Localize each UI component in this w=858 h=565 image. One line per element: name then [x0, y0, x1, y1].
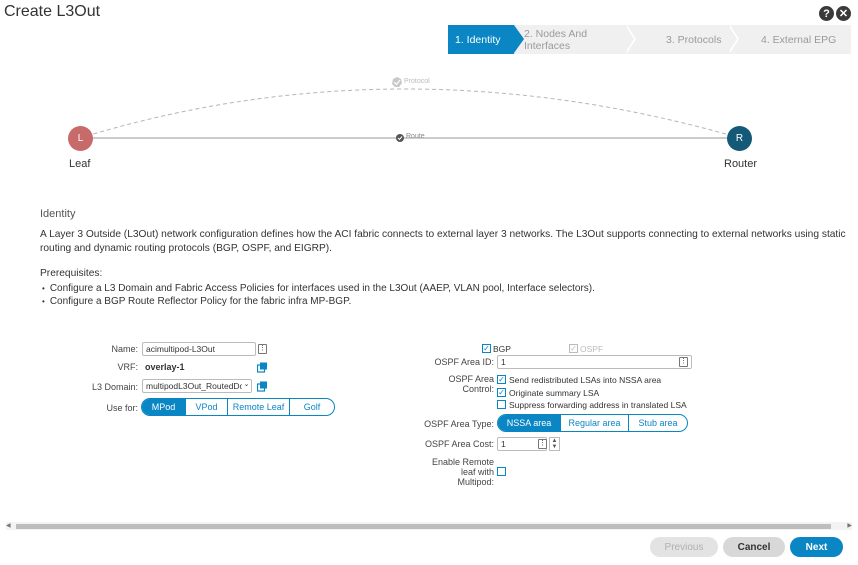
ospf-area-type-label: OSPF Area Type: — [424, 419, 494, 429]
l3-domain-label: L3 Domain: — [91, 382, 138, 392]
remote-leaf-checkbox[interactable] — [497, 467, 506, 476]
name-label: Name: — [111, 344, 138, 354]
use-for-golf[interactable]: Golf — [290, 399, 334, 415]
identity-description: A Layer 3 Outside (L3Out) network config… — [40, 229, 846, 254]
router-label: Router — [724, 158, 758, 170]
ospf-area-control-label: OSPF Area Control: — [448, 374, 494, 394]
ospf-label: OSPF — [580, 344, 604, 354]
leaf-label: Leaf — [69, 158, 91, 170]
domain-link-icon[interactable] — [257, 381, 268, 392]
page-title: Create L3Out — [4, 3, 101, 20]
name-field[interactable]: acimultipod-L3Out — [142, 342, 256, 356]
name-info-icon[interactable]: ⋮ — [258, 344, 267, 354]
ospf-area-type-segmented: NSSA area Regular area Stub area — [497, 414, 688, 432]
router-node: R — [727, 126, 752, 151]
ospf-area-cost-label: OSPF Area Cost: — [424, 439, 494, 449]
close-icon[interactable]: ✕ — [836, 6, 851, 21]
originate-summary-lsa-checkbox[interactable]: ✓ — [497, 388, 506, 397]
topology-diagram: Protocol Route L R Leaf Router — [0, 60, 858, 180]
l3-domain-select[interactable]: multipodL3Out_RoutedDo — [142, 379, 252, 393]
protocol-path — [79, 88, 741, 139]
suppress-forwarding-label: Suppress forwarding address in translate… — [509, 400, 687, 410]
list-item: Configure a L3 Domain and Fabric Access … — [42, 282, 595, 295]
step-external-epg[interactable]: 4. External EPG — [737, 25, 851, 54]
area-type-nssa[interactable]: NSSA area — [498, 415, 561, 431]
use-for-mpod[interactable]: MPod — [142, 399, 186, 415]
next-button[interactable]: Next — [790, 537, 843, 557]
suppress-forwarding-checkbox[interactable] — [497, 400, 506, 409]
leaf-node: L — [68, 126, 93, 151]
scroll-right-icon[interactable]: ▶ — [847, 522, 852, 529]
vrf-link-icon[interactable] — [257, 362, 268, 373]
list-item: Configure a BGP Route Reflector Policy f… — [42, 295, 595, 308]
prerequisites-list: Configure a L3 Domain and Fabric Access … — [42, 282, 595, 308]
step-identity[interactable]: 1. Identity — [448, 25, 524, 54]
send-redistributed-lsas-label: Send redistributed LSAs into NSSA area — [509, 375, 662, 385]
wizard-steps: 1. Identity 2. Nodes And Interfaces 3. P… — [448, 25, 851, 54]
area-type-stub[interactable]: Stub area — [629, 415, 687, 431]
ospf-area-id-label: OSPF Area ID: — [434, 357, 494, 367]
horizontal-scrollbar[interactable]: ◀ ▶ — [6, 522, 852, 530]
step-protocols[interactable]: 3. Protocols — [634, 25, 739, 54]
step-nodes-and-interfaces[interactable]: 2. Nodes And Interfaces — [514, 25, 636, 54]
use-for-label: Use for: — [106, 403, 138, 413]
protocol-label: Protocol — [404, 78, 430, 85]
protocol-icon — [392, 77, 402, 87]
send-redistributed-lsas-checkbox[interactable]: ✓ — [497, 375, 506, 384]
use-for-segmented: MPod VPod Remote Leaf Golf — [141, 398, 335, 416]
prerequisites-title: Prerequisites: — [40, 268, 103, 279]
route-icon — [396, 134, 404, 142]
originate-summary-lsa-label: Originate summary LSA — [509, 388, 600, 398]
area-type-regular[interactable]: Regular area — [561, 415, 629, 431]
area-id-info-icon[interactable]: ⋮ — [679, 357, 688, 367]
use-for-remote-leaf[interactable]: Remote Leaf — [228, 399, 290, 415]
vrf-value: overlay-1 — [145, 362, 185, 372]
ospf-checkbox[interactable]: ✓ — [569, 344, 578, 353]
area-cost-stepper[interactable]: ▲ ▼ — [549, 437, 560, 451]
previous-button[interactable]: Previous — [650, 537, 718, 557]
help-icon[interactable]: ? — [819, 6, 834, 21]
use-for-vpod[interactable]: VPod — [186, 399, 228, 415]
chevron-down-icon[interactable]: ⌄ — [242, 381, 251, 391]
ospf-area-id-field[interactable]: 1 — [497, 355, 692, 369]
vrf-label: VRF: — [117, 362, 138, 372]
area-cost-info-icon[interactable]: ⋮ — [538, 439, 547, 449]
bgp-label: BGP — [493, 344, 511, 354]
cancel-button[interactable]: Cancel — [723, 537, 785, 557]
scroll-left-icon[interactable]: ◀ — [6, 522, 11, 529]
bgp-checkbox[interactable]: ✓ — [482, 344, 491, 353]
scrollbar-thumb[interactable] — [16, 524, 831, 529]
remote-leaf-label: Enable Remote leaf with Multipod: — [431, 457, 494, 487]
route-label: Route — [406, 133, 425, 140]
section-title: Identity — [40, 208, 76, 220]
